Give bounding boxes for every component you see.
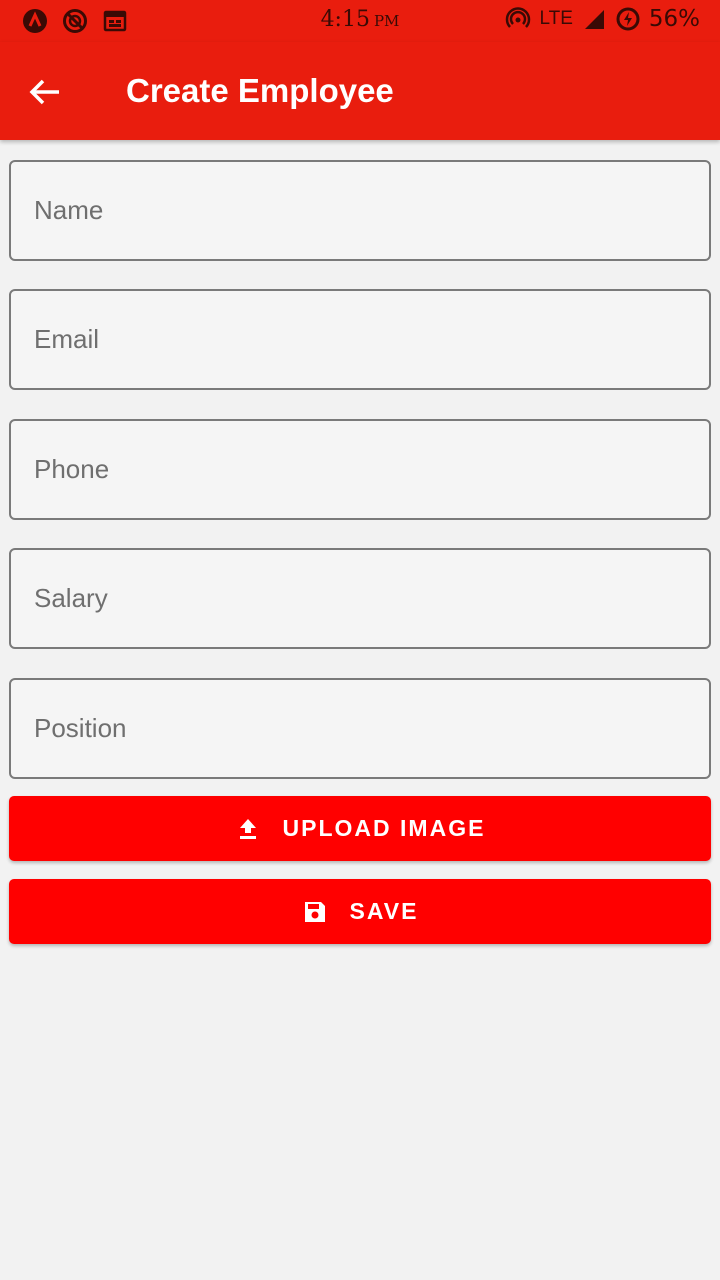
- app-bar: Create Employee: [0, 42, 720, 140]
- signal-icon: [581, 6, 607, 32]
- phone-field[interactable]: [9, 419, 711, 520]
- save-icon: [302, 899, 328, 925]
- name-field[interactable]: [9, 160, 711, 261]
- network-type: LTE: [539, 8, 573, 29]
- email-field[interactable]: [9, 289, 711, 390]
- position-input[interactable]: [11, 680, 709, 777]
- salary-field[interactable]: [9, 548, 711, 649]
- position-field[interactable]: [9, 678, 711, 779]
- phone-input[interactable]: [11, 421, 709, 518]
- arrow-left-icon: [29, 79, 59, 105]
- status-time-ampm: PM: [373, 12, 400, 30]
- save-button[interactable]: SAVE: [9, 879, 711, 944]
- upload-image-label: UPLOAD IMAGE: [282, 815, 486, 841]
- status-bar-right-icons: LTE 56%: [505, 6, 700, 32]
- back-button[interactable]: [26, 72, 66, 112]
- name-input[interactable]: [11, 162, 709, 259]
- email-input[interactable]: [11, 291, 709, 388]
- save-label: SAVE: [349, 898, 419, 924]
- battery-saver-icon: [615, 6, 641, 32]
- upload-icon: [235, 816, 261, 842]
- upload-image-button[interactable]: UPLOAD IMAGE: [9, 796, 711, 861]
- battery-percent: 56%: [648, 6, 700, 32]
- hotspot-icon: [505, 6, 531, 32]
- salary-input[interactable]: [11, 550, 709, 647]
- page-title: Create Employee: [126, 72, 394, 109]
- status-bar: 4:15 PM LTE 56%: [0, 0, 720, 42]
- status-time-value: 4:15: [320, 7, 370, 32]
